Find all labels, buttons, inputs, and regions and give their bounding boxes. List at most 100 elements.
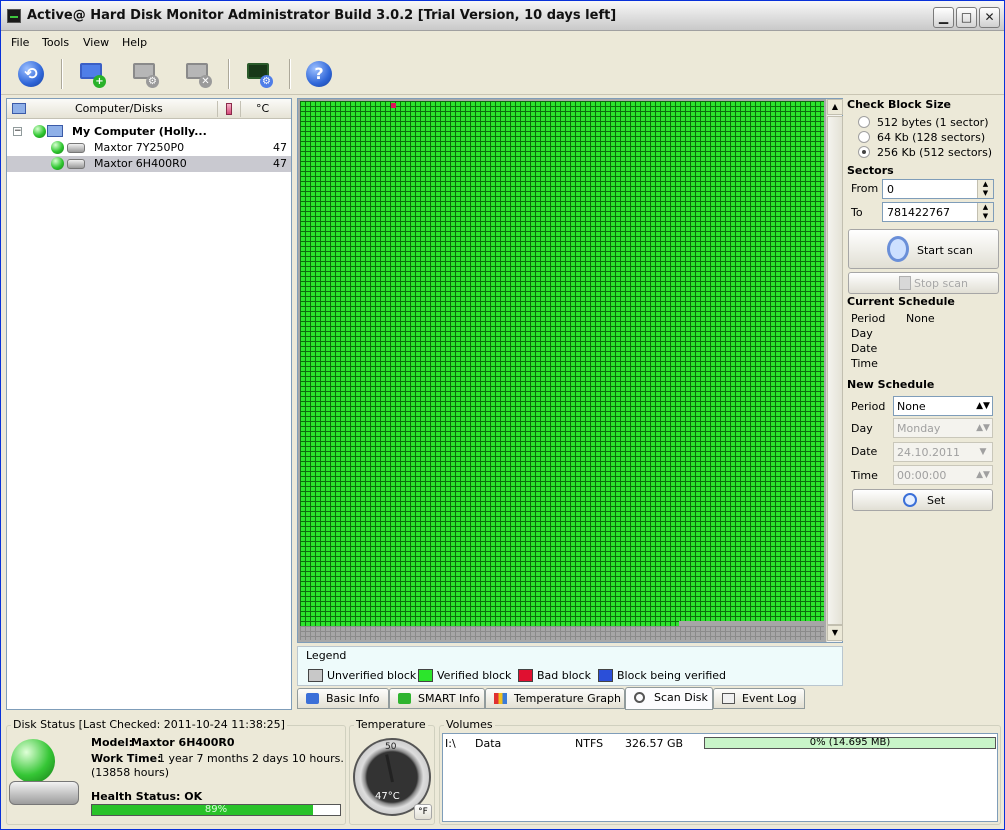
scan-magnifier-icon <box>887 236 909 262</box>
log-icon <box>722 693 735 704</box>
help-button[interactable]: ? <box>302 57 336 91</box>
smart-icon <box>398 693 411 704</box>
time-input[interactable]: 00:00:00 ▲▼ <box>893 465 993 485</box>
refresh-icon: ⟲ <box>18 61 44 87</box>
thermometer-icon <box>226 103 232 115</box>
current-date-label: Date <box>851 342 878 355</box>
day-select[interactable]: Monday ▲▼ <box>893 418 993 438</box>
stop-scan-button[interactable]: Stop scan <box>848 272 999 294</box>
status-ok-icon <box>33 125 46 138</box>
health-percent: 89% <box>204 804 228 815</box>
work-time-value: 1 year 7 months 2 days 10 hours. <box>158 752 344 765</box>
scroll-down-icon[interactable]: ▼ <box>827 625 843 641</box>
chart-icon <box>494 693 507 704</box>
computer-settings-button[interactable]: ⚙ <box>128 57 162 91</box>
toolbar: ⟲ + ⚙ ✕ ⚙ ? <box>1 53 1004 95</box>
gauge-needle <box>385 754 394 783</box>
fahrenheit-toggle-button[interactable]: °F <box>414 804 432 820</box>
scroll-up-icon[interactable]: ▲ <box>827 99 843 115</box>
menu-file[interactable]: File <box>11 36 29 49</box>
status-ok-icon <box>51 157 64 170</box>
spin-arrows-icon[interactable]: ▲▼ <box>977 203 993 221</box>
block-grid[interactable] <box>300 101 824 640</box>
new-day-label: Day <box>851 422 873 435</box>
bad-block-swatch <box>518 669 533 682</box>
disk-status-title: Disk Status [Last Checked: 2011-10-24 11… <box>11 718 287 731</box>
tree-header-computers[interactable]: Computer/Disks <box>75 102 163 115</box>
period-select[interactable]: None ▲▼ <box>893 396 993 416</box>
health-progress-bar: 89% <box>91 804 341 816</box>
tree-header: Computer/Disks °C <box>7 99 291 119</box>
volume-label: Data <box>475 737 502 750</box>
disk-info-icon <box>306 693 319 704</box>
scroll-thumb[interactable] <box>827 116 843 625</box>
spin-arrows-icon[interactable]: ▲▼ <box>977 180 993 198</box>
monitor-settings-button[interactable]: ⚙ <box>242 57 276 91</box>
volume-size: 326.57 GB <box>625 737 684 750</box>
tab-smart-info[interactable]: SMART Info <box>389 688 485 709</box>
maximize-button[interactable]: □ <box>956 7 977 28</box>
menu-help[interactable]: Help <box>122 36 147 49</box>
to-label: To <box>851 206 863 219</box>
spin-arrows-icon[interactable]: ▲▼ <box>975 467 991 483</box>
work-time-hours: (13858 hours) <box>91 766 169 779</box>
volume-drive: I:\ <box>445 737 456 750</box>
add-computer-button[interactable]: + <box>75 57 109 91</box>
current-schedule-title: Current Schedule <box>847 295 955 308</box>
volumes-title: Volumes <box>444 718 495 731</box>
unverified-blocks <box>300 626 824 640</box>
clock-add-icon <box>903 493 917 507</box>
dropdown-arrow-icon[interactable]: ▲▼ <box>975 420 991 436</box>
verified-swatch <box>418 669 433 682</box>
current-period-value: None <box>906 312 935 325</box>
tree-header-temp[interactable]: °C <box>256 102 269 115</box>
refresh-button[interactable]: ⟲ <box>14 57 48 91</box>
work-time-label: Work Time: <box>91 752 162 765</box>
current-day-label: Day <box>851 327 873 340</box>
stop-scan-icon <box>899 276 911 290</box>
date-picker[interactable]: 24.10.2011 ▼ <box>893 442 993 462</box>
minimize-button[interactable]: ▁ <box>933 7 954 28</box>
radio-button[interactable] <box>858 131 870 143</box>
menu-view[interactable]: View <box>83 36 109 49</box>
volume-usage-text: 0% (14.695 MB) <box>809 737 891 748</box>
dropdown-arrow-icon[interactable]: ▲▼ <box>975 398 991 414</box>
chevron-down-icon[interactable]: ▼ <box>975 444 991 460</box>
computers-header-icon <box>12 103 26 114</box>
volume-filesystem: NTFS <box>575 737 604 750</box>
bad-block-marker <box>391 103 396 108</box>
menu-tools[interactable]: Tools <box>42 36 69 49</box>
radio-button[interactable] <box>858 146 870 158</box>
tab-temperature-graph[interactable]: Temperature Graph <box>485 688 625 709</box>
set-schedule-button[interactable]: Set <box>852 489 993 511</box>
tree-node-disk[interactable]: Maxtor 7Y250P0 47 <box>7 140 291 156</box>
tree-node-disk[interactable]: Maxtor 6H400R0 47 <box>7 156 291 172</box>
gauge-scale-label: 50 <box>385 742 397 752</box>
to-sector-input[interactable]: 781422767 ▲ ▼ <box>882 202 994 222</box>
volume-usage-bar: 0% (14.695 MB) <box>704 737 996 749</box>
collapse-icon[interactable]: − <box>13 127 22 136</box>
temperature-value: 47°C <box>375 791 400 802</box>
tab-scan-disk[interactable]: Scan Disk <box>625 687 713 710</box>
hard-disk-icon <box>67 143 85 153</box>
health-status-label: Health Status: OK <box>91 790 203 803</box>
tab-basic-info[interactable]: Basic Info <box>297 688 389 709</box>
block-map-scrollbar[interactable]: ▲ ▼ <box>826 99 843 642</box>
new-time-label: Time <box>851 469 878 482</box>
radio-button[interactable] <box>858 116 870 128</box>
start-scan-button[interactable]: Start scan <box>848 229 999 269</box>
tree-disk-label: Maxtor 6H400R0 <box>94 157 187 170</box>
hard-disk-icon <box>9 781 79 805</box>
sectors-title: Sectors <box>847 164 894 177</box>
new-schedule-title: New Schedule <box>847 378 935 391</box>
help-icon: ? <box>306 61 332 87</box>
remove-computer-button[interactable]: ✕ <box>181 57 215 91</box>
tree-node-computer[interactable]: − My Computer (Holly... <box>7 124 291 140</box>
verifying-swatch <box>598 669 613 682</box>
from-sector-input[interactable]: 0 ▲ ▼ <box>882 179 994 199</box>
title-bar[interactable]: Active@ Hard Disk Monitor Administrator … <box>1 1 1004 31</box>
tab-bar: Basic Info SMART Info Temperature Graph … <box>297 687 843 710</box>
close-button[interactable]: ✕ <box>979 7 1000 28</box>
temperature-title: Temperature <box>354 718 428 731</box>
tab-event-log[interactable]: Event Log <box>713 688 805 709</box>
